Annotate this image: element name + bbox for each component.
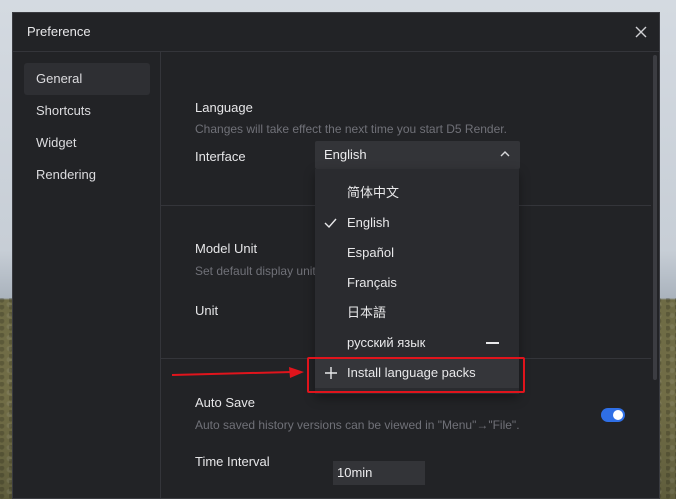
language-option[interactable]: Français [315, 268, 519, 298]
close-icon[interactable] [631, 23, 651, 41]
interface-select-value: English [324, 147, 367, 162]
time-interval-value: 10min [337, 465, 373, 480]
sidebar-item-widget[interactable]: Widget [24, 127, 150, 159]
interface-language-select[interactable]: English [315, 141, 520, 169]
time-interval-label: Time Interval [195, 454, 270, 469]
language-option-label: Español [347, 245, 394, 260]
model-unit-title: Model Unit [195, 241, 258, 256]
sidebar-item-label: General [36, 71, 83, 86]
language-option[interactable]: 简体中文 [315, 178, 519, 208]
sidebar-item-shortcuts[interactable]: Shortcuts [24, 95, 150, 127]
scrollbar[interactable] [653, 55, 657, 380]
annotation-arrow-icon [171, 367, 304, 378]
language-option-label: English [347, 215, 390, 230]
toggle-knob [613, 410, 623, 420]
sidebar-item-label: Widget [36, 135, 77, 150]
sidebar-item-rendering[interactable]: Rendering [24, 159, 150, 191]
language-option[interactable]: Español [315, 238, 519, 268]
time-interval-input[interactable]: 10min [333, 461, 425, 485]
language-description: Changes will take effect the next time y… [195, 122, 507, 136]
chevron-up-icon [500, 151, 510, 157]
highlight-box [307, 357, 525, 393]
language-option[interactable]: русский язык [315, 328, 519, 358]
language-option-label: Français [347, 275, 397, 290]
checkmark-icon [324, 218, 337, 229]
sidebar-item-label: Shortcuts [36, 103, 91, 118]
sidebar: General Shortcuts Widget Rendering [13, 52, 161, 498]
language-option-selected[interactable]: English [315, 208, 519, 238]
auto-save-description: Auto saved history versions can be viewe… [195, 418, 520, 432]
language-option-label: 简体中文 [347, 185, 400, 200]
language-option-label: 日本語 [347, 305, 387, 320]
model-unit-description: Set default display unit [195, 264, 316, 278]
dialog-title: Preference [27, 24, 91, 39]
language-title: Language [195, 100, 253, 115]
sidebar-item-label: Rendering [36, 167, 96, 182]
auto-save-title: Auto Save [195, 395, 255, 410]
auto-save-toggle[interactable] [601, 408, 625, 422]
dialog-titlebar: Preference [13, 13, 659, 52]
language-option[interactable]: 日本語 [315, 298, 519, 328]
remove-language-icon[interactable] [486, 342, 499, 344]
interface-label: Interface [195, 149, 246, 164]
unit-label: Unit [195, 303, 219, 318]
sidebar-item-general[interactable]: General [24, 63, 150, 95]
language-option-label: русский язык [347, 335, 426, 350]
